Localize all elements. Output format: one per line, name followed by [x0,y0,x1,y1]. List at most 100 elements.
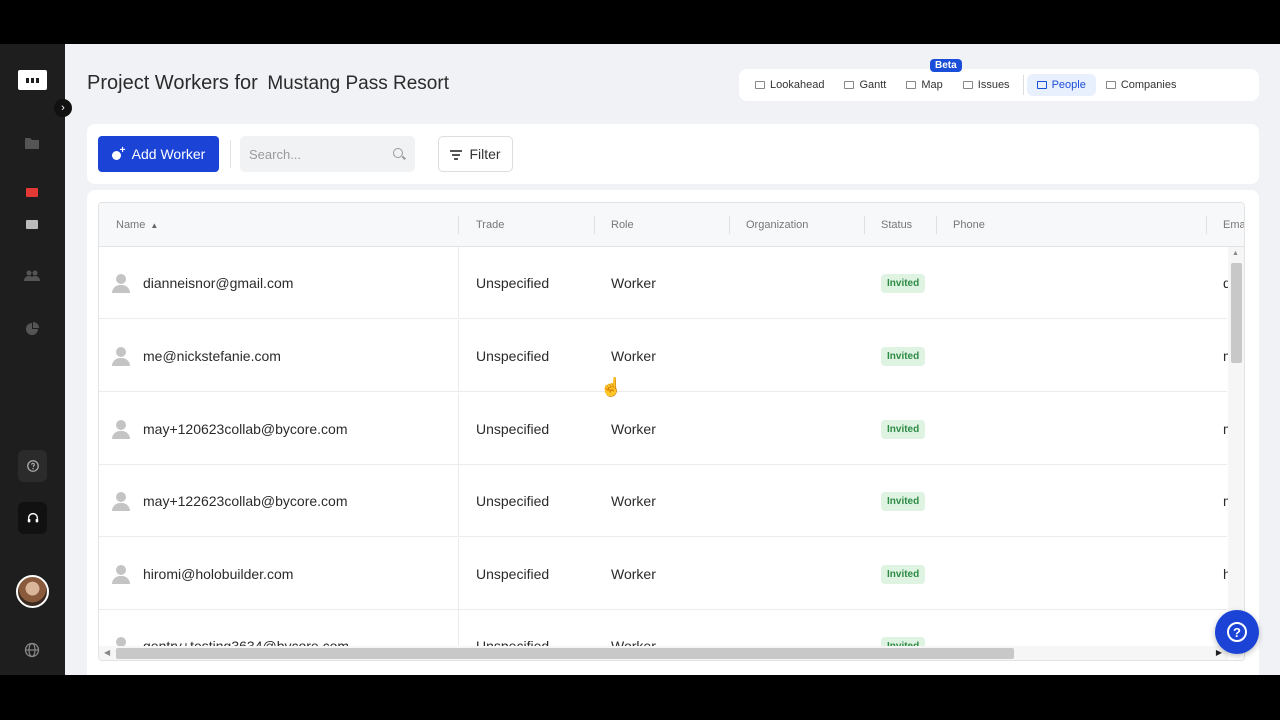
letterbox-top [0,0,1280,44]
tab-label: Issues [977,79,1010,91]
workers-table: Name ▲ Trade Role Organization Status Pho… [98,202,1245,661]
column-label: Organization [746,219,809,231]
help-icon[interactable] [18,450,47,482]
status-badge: Invited [881,273,926,293]
column-divider[interactable] [936,216,937,234]
person-icon [111,346,131,366]
tab-label: Map [921,79,943,91]
column-header-role[interactable]: Role [611,203,634,247]
column-label: Trade [476,219,505,231]
search-box [240,136,415,172]
scroll-right-arrow-icon[interactable]: ▶ [1216,648,1222,657]
issues-icon [962,81,973,89]
help-chat-button[interactable]: ? [1215,610,1259,654]
view-tabs: Lookahead Gantt Map Issues People Compan… [739,69,1259,101]
people-nav-icon[interactable] [22,266,42,286]
globe-icon[interactable] [22,640,42,660]
add-worker-label: Add Worker [131,146,206,162]
column-header-organization[interactable]: Organization [746,203,808,247]
tab-label: Gantt [859,79,887,91]
table-row[interactable]: dianneisnor@gmail.com Unspecified Worker… [99,247,1229,319]
app-window: › Project Workers for Mustang Pass Resor… [0,44,1280,675]
tab-label: Lookahead [770,79,825,91]
column-header-name[interactable]: Name ▲ [116,203,158,247]
filter-button[interactable]: Filter [438,136,513,172]
search-icon[interactable] [393,148,403,158]
workers-card: Name ▲ Trade Role Organization Status Pho… [87,190,1259,675]
column-divider[interactable] [458,216,459,234]
status-badge: Invited [881,491,926,511]
worker-trade: Unspecified [476,421,550,437]
tab-map[interactable]: Map [896,74,952,96]
tab-people[interactable]: People [1026,74,1096,96]
question-icon: ? [1227,622,1247,642]
gantt-icon [844,81,855,89]
column-label: Ema [1223,219,1245,231]
vertical-scrollbar[interactable]: ▲ [1228,247,1244,646]
table-row[interactable]: may+120623collab@bycore.com Unspecified … [99,393,1229,465]
column-header-status[interactable]: Status [881,203,912,247]
column-header-email[interactable]: Ema [1223,203,1245,247]
tab-companies[interactable]: Companies [1096,74,1187,96]
column-divider[interactable] [729,216,730,234]
filter-label: Filter [469,146,501,162]
sidebar-collapse-chevron-icon[interactable]: › [54,99,72,117]
column-label: Role [611,219,634,231]
person-icon [111,273,131,293]
worker-trade: Unspecified [476,493,550,509]
sort-ascending-icon[interactable]: ▲ [150,221,158,230]
app-logo[interactable] [18,70,47,90]
scroll-up-arrow-icon[interactable]: ▲ [1232,250,1239,257]
column-divider[interactable] [594,216,595,234]
user-avatar[interactable] [16,575,49,608]
search-input[interactable] [240,136,380,172]
column-header-phone[interactable]: Phone [953,203,985,247]
table-header: Name ▲ Trade Role Organization Status Pho… [99,203,1245,247]
horizontal-scrollbar[interactable]: ◀ ▶ [99,646,1228,660]
tab-divider [1022,75,1024,95]
worker-role: Worker [611,275,656,291]
column-label: Name [116,219,146,231]
toolbar-divider [230,140,231,168]
scroll-left-arrow-icon[interactable]: ◀ [104,648,110,657]
page-title-text: Project Workers for [87,72,258,94]
add-worker-button[interactable]: Add Worker [98,136,219,172]
worker-trade: Unspecified [476,348,550,364]
map-icon [906,81,917,89]
pie-chart-icon[interactable] [22,319,42,339]
tab-issues[interactable]: Issues [953,74,1020,96]
table-row[interactable]: may+122623collab@bycore.com Unspecified … [99,465,1229,537]
hand-cursor-icon: ☝ [600,377,623,397]
project-red-icon[interactable] [22,182,42,202]
lookahead-icon [755,81,765,89]
filter-icon [450,149,463,160]
column-divider[interactable] [864,216,865,234]
column-label: Status [881,219,913,231]
letterbox-bottom [0,675,1280,720]
vertical-scroll-thumb[interactable] [1231,263,1242,363]
project-name: Mustang Pass Resort [267,73,449,94]
worker-role: Worker [611,566,656,582]
worker-name: dianneisnor@gmail.com [143,275,294,291]
column-divider[interactable] [1206,216,1207,234]
beta-badge: Beta [930,59,962,72]
worker-name: me@nickstefanie.com [143,348,281,364]
page-title: Project Workers for Mustang Pass Resort [87,72,449,95]
column-header-trade[interactable]: Trade [476,203,504,247]
worker-role: Worker [611,421,656,437]
tab-label: Companies [1120,79,1177,91]
add-person-icon [111,145,126,160]
tab-gantt[interactable]: Gantt [834,74,896,96]
project-icon[interactable] [22,214,42,234]
toolbar: Add Worker Filter [87,124,1259,184]
table-row[interactable]: hiromi@holobuilder.com Unspecified Worke… [99,538,1229,610]
person-icon [111,419,131,439]
headset-icon[interactable] [18,502,47,534]
sidebar [0,44,65,675]
horizontal-scroll-thumb[interactable] [116,648,1014,659]
folder-icon[interactable] [22,133,42,153]
worker-name: may+122623collab@bycore.com [143,493,348,509]
person-icon [111,491,131,511]
tab-lookahead[interactable]: Lookahead [745,74,834,96]
table-row[interactable]: me@nickstefanie.com Unspecified Worker I… [99,320,1229,392]
